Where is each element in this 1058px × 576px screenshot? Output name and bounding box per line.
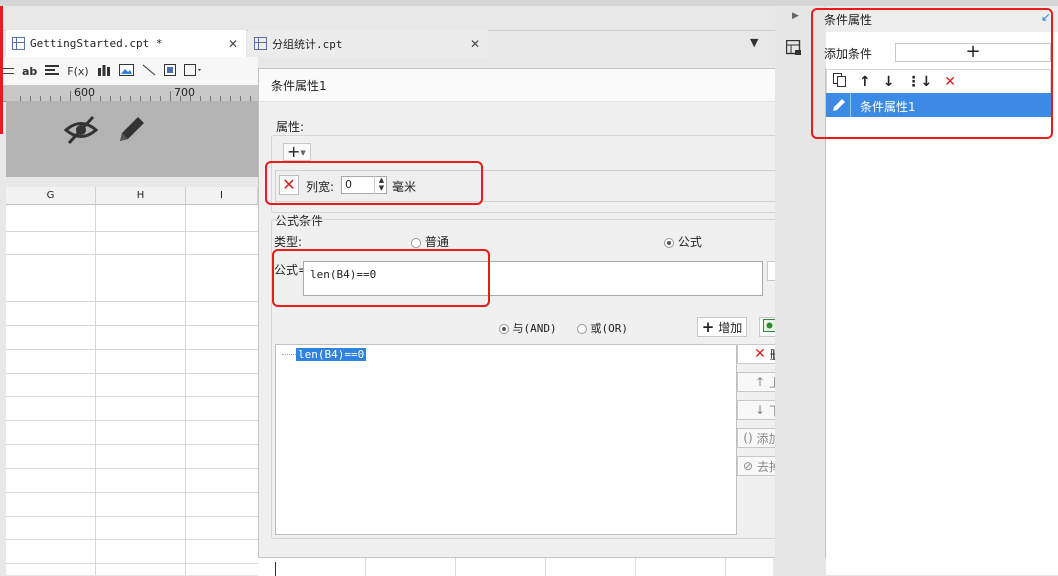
logic-and-radio[interactable]: 与(AND): [499, 320, 557, 336]
grid-file-icon: [254, 37, 267, 50]
field-icon[interactable]: [2, 68, 14, 74]
tab-group-stats[interactable]: 分组统计.cpt ✕: [248, 30, 488, 57]
ruler: 600 700: [0, 85, 258, 102]
condition-toolbar: ↑ ↓ ⋮↓ ✕: [826, 69, 1051, 93]
left-highlight-edge: [0, 6, 3, 134]
column-header-g[interactable]: G: [6, 187, 96, 205]
dialog-titlebar: [259, 69, 825, 102]
add-button[interactable]: + 增加: [697, 317, 747, 337]
edit-pencil-icon: [832, 98, 846, 115]
hidden-column-area: [6, 101, 258, 177]
logic-or-radio[interactable]: 或(OR): [577, 320, 628, 336]
column-width-unit: 毫米: [392, 180, 417, 194]
close-icon[interactable]: ✕: [470, 37, 480, 51]
column-header-h[interactable]: H: [96, 187, 186, 205]
arrow-down-icon: ↓: [754, 403, 766, 417]
arrow-down-icon[interactable]: ↓: [883, 74, 895, 90]
spreadsheet-grid-bottom: [258, 557, 773, 576]
add-condition-button[interactable]: +: [895, 43, 1051, 62]
spreadsheet-grid[interactable]: G H I: [6, 187, 258, 575]
condition-item-selected[interactable]: 条件属性1: [826, 93, 1051, 117]
delete-icon[interactable]: ✕: [944, 74, 956, 90]
tab-menu-icon[interactable]: ▼: [750, 36, 758, 49]
type-formula-radio[interactable]: 公式: [664, 233, 702, 250]
bracket-remove-icon: ⊘: [742, 459, 754, 473]
eye-hidden-icon: [63, 115, 99, 148]
text-icon[interactable]: ab: [22, 65, 37, 78]
formula-icon[interactable]: F(x): [67, 65, 88, 78]
add-condition-label: 添加条件: [824, 47, 873, 61]
toolbar: ab F(x): [0, 57, 258, 85]
attr-label: 属性:: [276, 120, 305, 134]
spinner-arrows-icon[interactable]: ▲ ▼: [374, 176, 388, 194]
condition-panel-title: 条件属性: [824, 13, 873, 27]
cell-attribute-icon[interactable]: [785, 39, 802, 59]
condition-item-label: 条件属性1: [860, 100, 916, 114]
ruler-mark: 700: [174, 86, 195, 99]
column-width-label: 列宽:: [306, 180, 335, 194]
tab-bar: [0, 6, 775, 31]
formula-input[interactable]: len(B4)==0: [303, 261, 763, 296]
close-icon[interactable]: ✕: [228, 37, 238, 51]
image-icon[interactable]: [118, 63, 134, 79]
bar-chart-icon[interactable]: [97, 64, 111, 79]
move-bottom-icon[interactable]: ⋮↓: [906, 74, 932, 90]
tab-label: 分组统计.cpt: [272, 37, 343, 51]
tab-label: GettingStarted.cpt *: [30, 37, 163, 50]
align-icon[interactable]: [45, 64, 60, 79]
collapse-icon[interactable]: ↙: [1041, 10, 1051, 24]
copy-icon[interactable]: [833, 72, 847, 91]
delete-icon: ✕: [754, 346, 766, 362]
condition-list-item[interactable]: len(B4)==0: [296, 348, 367, 361]
bracket-icon: (): [743, 431, 753, 445]
dialog-title: 条件属性1: [271, 79, 327, 93]
slash-icon[interactable]: [142, 64, 156, 79]
arrow-up-icon[interactable]: ↑: [859, 74, 871, 90]
pencil-icon: [116, 113, 148, 148]
type-label: 类型:: [274, 235, 303, 249]
grid-file-icon: [12, 37, 25, 50]
remove-attribute-icon[interactable]: ✕: [279, 175, 299, 195]
condition-list[interactable]: len(B4)==0: [275, 344, 737, 535]
condition-attribute-dialog: 条件属性1 属性: +▼ ✕ 列宽: 0 ▲ ▼ 毫米 公式条件 类型: 普通 公…: [258, 68, 826, 558]
type-normal-radio[interactable]: 普通: [411, 233, 449, 250]
add-attribute-button[interactable]: +▼: [283, 143, 311, 161]
tab-gettingstarted[interactable]: GettingStarted.cpt * ✕: [6, 30, 246, 57]
border-icon[interactable]: [183, 63, 202, 79]
expand-arrow-icon[interactable]: ▶: [792, 11, 799, 21]
arrow-up-icon: ↑: [754, 375, 766, 389]
plus-icon: +: [701, 318, 715, 336]
ruler-mark: 600: [74, 86, 95, 99]
report-icon[interactable]: [163, 63, 176, 79]
side-toolbar: ▶: [775, 6, 825, 575]
column-header-i[interactable]: I: [186, 187, 258, 205]
